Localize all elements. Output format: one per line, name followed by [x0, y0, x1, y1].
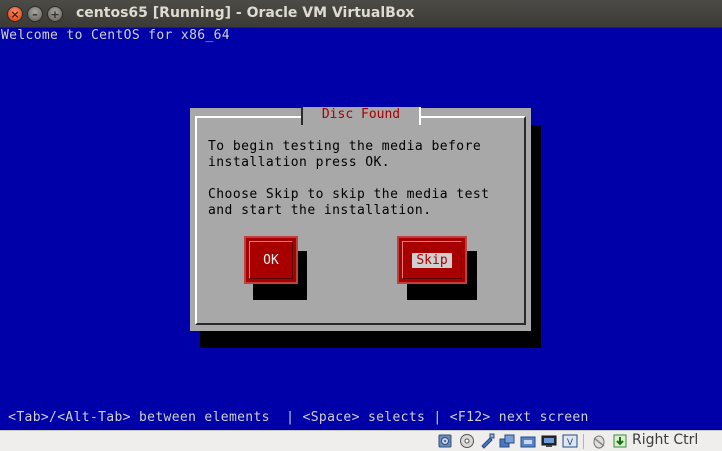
vm-status-bar: V Right Ctrl	[0, 430, 722, 451]
hard-disk-icon[interactable]	[437, 433, 453, 449]
skip-button[interactable]: Skip	[397, 236, 467, 284]
shared-folders-icon[interactable]	[499, 433, 515, 449]
mouse-integration-icon[interactable]	[591, 433, 607, 449]
vm-display[interactable]: Welcome to CentOS for x86_64 Disc Found …	[0, 28, 722, 430]
dialog-message-line: installation press OK.	[208, 155, 391, 170]
video-capture-icon[interactable]: V	[562, 433, 578, 449]
window-title: centos65 [Running] - Oracle VM VirtualBo…	[76, 5, 415, 21]
display-icon[interactable]	[541, 433, 557, 449]
close-icon: ×	[10, 7, 20, 21]
keyboard-capture-icon[interactable]	[612, 433, 628, 449]
network-icon[interactable]	[520, 433, 536, 449]
disc-found-dialog: Disc Found To begin testing the media be…	[190, 107, 531, 331]
dialog-title: Disc Found	[301, 107, 421, 125]
ok-button-label: OK	[263, 252, 279, 268]
dialog-message-line: Choose Skip to skip the media test	[208, 187, 490, 202]
dialog-message-line: To begin testing the media before	[208, 139, 482, 154]
dialog-message-line: and start the installation.	[208, 203, 432, 218]
minimize-icon: –	[32, 7, 38, 21]
usb-icon[interactable]	[479, 433, 495, 449]
window-title-bar: × – + centos65 [Running] - Oracle VM Vir…	[0, 0, 722, 28]
maximize-window-button[interactable]: +	[47, 6, 63, 22]
keyboard-hint-bar: <Tab>/<Alt-Tab> between elements | <Spac…	[0, 410, 589, 425]
maximize-icon: +	[50, 7, 60, 21]
welcome-text: Welcome to CentOS for x86_64	[1, 28, 230, 43]
svg-text:V: V	[567, 438, 574, 448]
minimize-window-button[interactable]: –	[27, 6, 43, 22]
optical-drive-icon[interactable]	[459, 433, 475, 449]
skip-button-label: Skip	[412, 252, 452, 268]
close-window-button[interactable]: ×	[7, 6, 23, 22]
host-key-label: Right Ctrl	[632, 432, 699, 448]
ok-button[interactable]: OK	[244, 236, 298, 284]
